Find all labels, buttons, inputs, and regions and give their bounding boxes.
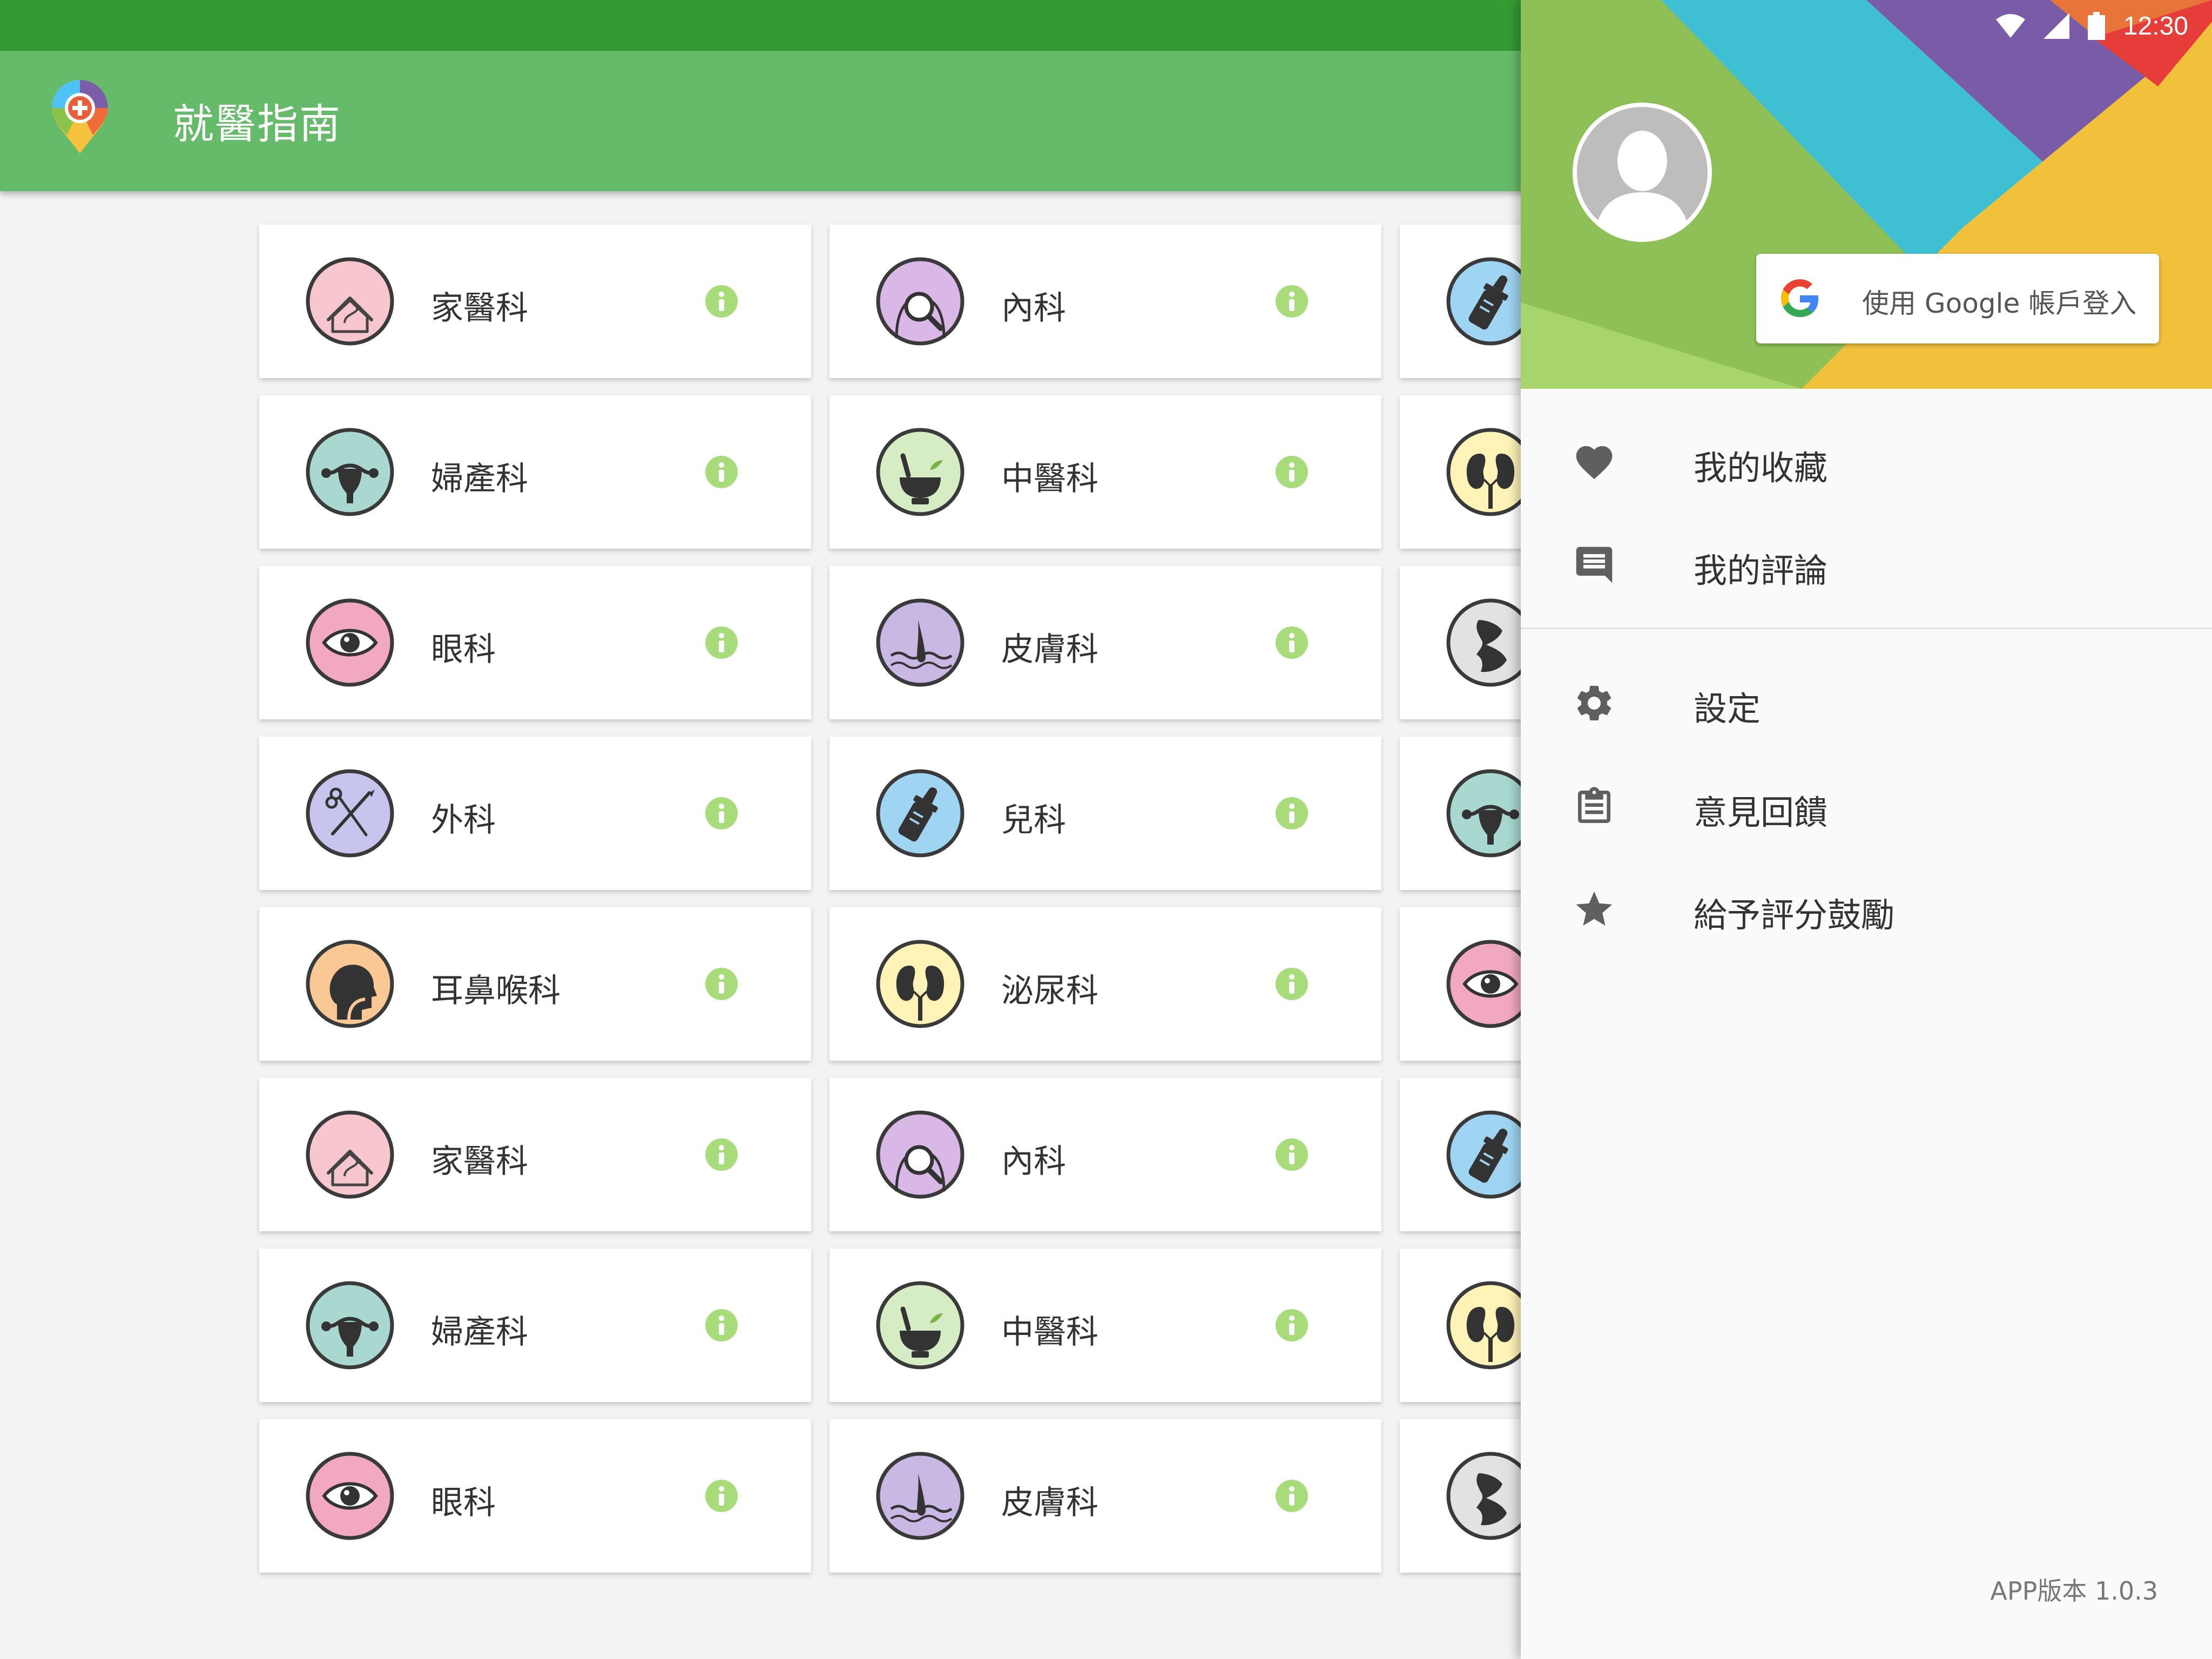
menu-item-label: 意見回饋 — [1694, 793, 1828, 832]
menu-item-reviews[interactable]: 我的評論 — [1521, 522, 2212, 603]
comment-icon — [1576, 547, 1613, 583]
menu-item-favorites[interactable]: 我的收藏 — [1521, 419, 2212, 500]
gear-icon — [1577, 686, 1611, 720]
status-time: 12:30 — [2123, 11, 2188, 41]
menu-item-feedback[interactable]: 意見回饋 — [1521, 764, 2212, 845]
menu-item-label: 設定 — [1694, 689, 1761, 729]
cellular-signal-icon — [2043, 13, 2069, 39]
star-icon — [1576, 891, 1613, 926]
battery-icon — [2087, 12, 2105, 40]
google-signin-label: 使用 Google 帳戶登入 — [1862, 288, 2137, 319]
menu-item-label: 給予評分鼓勵 — [1694, 895, 1895, 935]
menu-item-label: 我的收藏 — [1694, 448, 1828, 488]
drawer-scrim[interactable] — [0, 51, 1521, 1659]
status-indicators: 12:30 — [1995, 10, 2188, 42]
google-logo-icon — [1781, 279, 1819, 318]
avatar[interactable] — [1573, 103, 1712, 242]
clipboard-icon — [1578, 787, 1610, 823]
menu-item-label: 我的評論 — [1694, 551, 1828, 590]
app-version: APP版本 1.0.3 — [1990, 1576, 2158, 1606]
wifi-icon — [1995, 14, 2025, 38]
menu-item-settings[interactable]: 設定 — [1521, 660, 2212, 741]
navigation-drawer: 12:30 使用 Google 帳戶登入 我的收藏 我的評論 設定 意見回饋 給… — [1521, 0, 2212, 1659]
menu-item-rate[interactable]: 給予評分鼓勵 — [1521, 866, 2212, 947]
menu-divider — [1521, 628, 2212, 629]
google-signin-button[interactable]: 使用 Google 帳戶登入 — [1756, 254, 2159, 343]
heart-icon — [1576, 446, 1613, 480]
